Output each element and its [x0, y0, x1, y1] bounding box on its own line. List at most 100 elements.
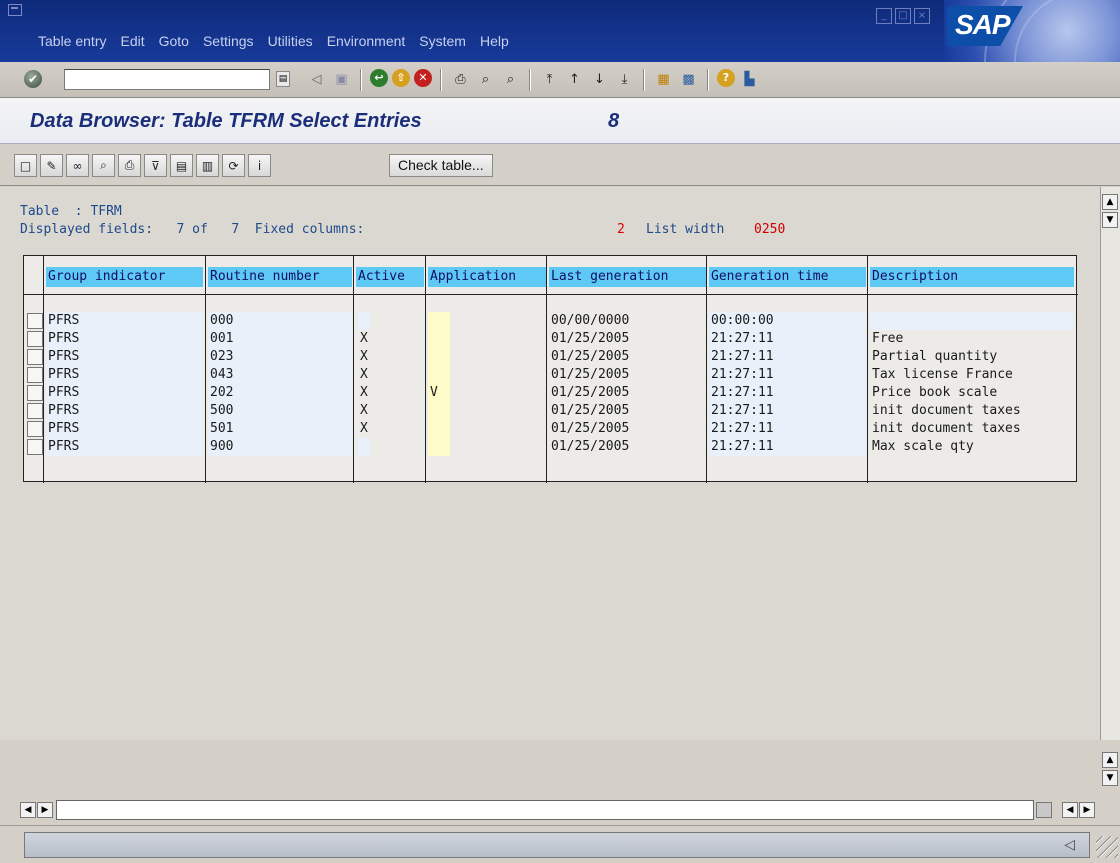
sap-logo-text: SAP	[955, 9, 1011, 40]
cell-application	[428, 330, 450, 348]
horizontal-scrollbar[interactable]: ◀ ▶ ◀ ▶	[0, 795, 1120, 825]
enter-check-icon[interactable]: ✔	[24, 70, 42, 88]
detail-icon[interactable]: ⌕	[92, 154, 115, 177]
column-header-last-generation[interactable]: Last generation	[549, 267, 706, 287]
exit-icon[interactable]: ⇧	[392, 69, 410, 87]
toolbar-separator	[707, 69, 709, 91]
table-row[interactable]: PFRS 023 X 01/25/2005 21:27:11 Partial q…	[24, 348, 1078, 366]
row-selector[interactable]	[27, 385, 43, 401]
table-row[interactable]: PFRS 043 X 01/25/2005 21:27:11 Tax licen…	[24, 366, 1078, 384]
column-header-generation-time[interactable]: Generation time	[709, 267, 866, 287]
filter-icon[interactable]: ⊽	[144, 154, 167, 177]
menu-help[interactable]: Help	[480, 33, 509, 49]
row-selector[interactable]	[27, 439, 43, 455]
title-area: Data Browser: Table TFRM Select Entries …	[0, 98, 1120, 144]
row-selector[interactable]	[27, 367, 43, 383]
glasses-display-icon[interactable]: ∞	[66, 154, 89, 177]
column-header-description[interactable]: Description	[870, 267, 1074, 287]
change-icon[interactable]: ✎	[40, 154, 63, 177]
menu-environment[interactable]: Environment	[327, 33, 406, 49]
page-down-icon[interactable]: ▼	[1102, 770, 1118, 786]
table-row[interactable]: PFRS 000 00/00/0000 00:00:00	[24, 312, 1078, 330]
cell-application	[428, 348, 450, 366]
row-selector[interactable]	[27, 349, 43, 365]
new-session-icon[interactable]: ▦	[653, 69, 674, 90]
displayed-fields-line: Displayed fields: 7 of 7 Fixed columns:	[20, 222, 365, 237]
maximize-icon[interactable]: □	[895, 8, 911, 24]
scroll-right-end-icon[interactable]: ▶	[1079, 802, 1095, 818]
column-header-active[interactable]: Active	[356, 267, 424, 287]
cell-last-generation: 01/25/2005	[551, 421, 630, 436]
resize-grip-icon[interactable]	[1096, 836, 1118, 858]
first-page-icon[interactable]: ⤒	[539, 69, 560, 90]
scroll-down-icon[interactable]: ▼	[1102, 212, 1118, 228]
find-next-icon[interactable]: ⌕	[500, 69, 521, 90]
find-icon[interactable]: ⌕	[475, 69, 496, 90]
sort-descending-icon[interactable]: ▥	[196, 154, 219, 177]
arrow-left-icon[interactable]: ◁	[306, 69, 327, 90]
status-arrow-icon[interactable]: ◁	[1064, 837, 1075, 853]
column-header-routine-number[interactable]: Routine number	[208, 267, 352, 287]
cancel-icon[interactable]: ✕	[414, 69, 432, 87]
table-name-line: Table : TFRM	[20, 204, 122, 219]
information-icon[interactable]: i	[248, 154, 271, 177]
menu-system[interactable]: System	[419, 33, 466, 49]
vertical-scrollbar[interactable]: ▲ ▼ ▲ ▼	[1100, 187, 1120, 786]
menu-edit[interactable]: Edit	[120, 33, 144, 49]
cell-generation-time: 21:27:11	[709, 402, 866, 420]
system-menu-icon[interactable]	[8, 4, 22, 16]
table-row[interactable]: PFRS 500 X 01/25/2005 21:27:11 init docu…	[24, 402, 1078, 420]
scroll-thumb[interactable]	[1036, 802, 1052, 818]
next-page-icon[interactable]: ↓	[589, 69, 610, 90]
cell-active: X	[360, 367, 368, 382]
scroll-left-end-icon[interactable]: ◀	[1062, 802, 1078, 818]
print-list-icon[interactable]: ⎙	[118, 154, 141, 177]
menu-goto[interactable]: Goto	[159, 33, 189, 49]
print-icon[interactable]: ⎙	[450, 69, 471, 90]
menu-settings[interactable]: Settings	[203, 33, 254, 49]
cell-generation-time: 00:00:00	[709, 312, 866, 330]
command-field[interactable]	[64, 69, 270, 90]
menu-utilities[interactable]: Utilities	[268, 33, 313, 49]
menu-table-entry[interactable]: Table entry	[38, 33, 106, 49]
save-icon[interactable]: ▣	[331, 69, 352, 90]
layout-menu-icon[interactable]: ▙	[739, 69, 760, 90]
sap-logo: SAP	[947, 6, 1023, 46]
row-selector[interactable]	[27, 313, 43, 329]
cell-active	[358, 438, 370, 456]
back-icon[interactable]: ↩	[370, 69, 388, 87]
check-table-button[interactable]: Check table...	[389, 154, 493, 177]
row-selector[interactable]	[27, 421, 43, 437]
cell-active: X	[360, 349, 368, 364]
shortcut-icon[interactable]: ▩	[678, 69, 699, 90]
cell-group-indicator: PFRS	[46, 348, 203, 366]
horizontal-scroll-track[interactable]	[56, 800, 1034, 820]
toolbar-separator	[529, 69, 531, 91]
table-row[interactable]: PFRS 202 X V 01/25/2005 21:27:11 Price b…	[24, 384, 1078, 402]
sort-ascending-icon[interactable]: ▤	[170, 154, 193, 177]
column-header-group-indicator[interactable]: Group indicator	[46, 267, 203, 287]
cell-application	[428, 312, 450, 330]
create-icon[interactable]: □	[14, 154, 37, 177]
scroll-left-icon[interactable]: ◀	[20, 802, 36, 818]
row-selector[interactable]	[27, 403, 43, 419]
minimize-icon[interactable]: _	[876, 8, 892, 24]
cell-generation-time: 21:27:11	[709, 420, 866, 438]
table-row[interactable]: PFRS 501 X 01/25/2005 21:27:11 init docu…	[24, 420, 1078, 438]
cell-description: init document taxes	[872, 403, 1021, 418]
cell-description: init document taxes	[872, 421, 1021, 436]
command-history-icon[interactable]: ▤	[276, 71, 290, 87]
table-row[interactable]: PFRS 900 01/25/2005 21:27:11 Max scale q…	[24, 438, 1078, 456]
last-page-icon[interactable]: ⤓	[614, 69, 635, 90]
cell-generation-time: 21:27:11	[709, 438, 866, 456]
close-icon[interactable]: ×	[914, 8, 930, 24]
row-selector[interactable]	[27, 331, 43, 347]
page-up-icon[interactable]: ▲	[1102, 752, 1118, 768]
scroll-up-icon[interactable]: ▲	[1102, 194, 1118, 210]
scroll-right-icon[interactable]: ▶	[37, 802, 53, 818]
table-row[interactable]: PFRS 001 X 01/25/2005 21:27:11 Free	[24, 330, 1078, 348]
help-icon[interactable]: ?	[717, 69, 735, 87]
column-header-application[interactable]: Application	[428, 267, 546, 287]
previous-page-icon[interactable]: ↑	[564, 69, 585, 90]
refresh-icon[interactable]: ⟳	[222, 154, 245, 177]
